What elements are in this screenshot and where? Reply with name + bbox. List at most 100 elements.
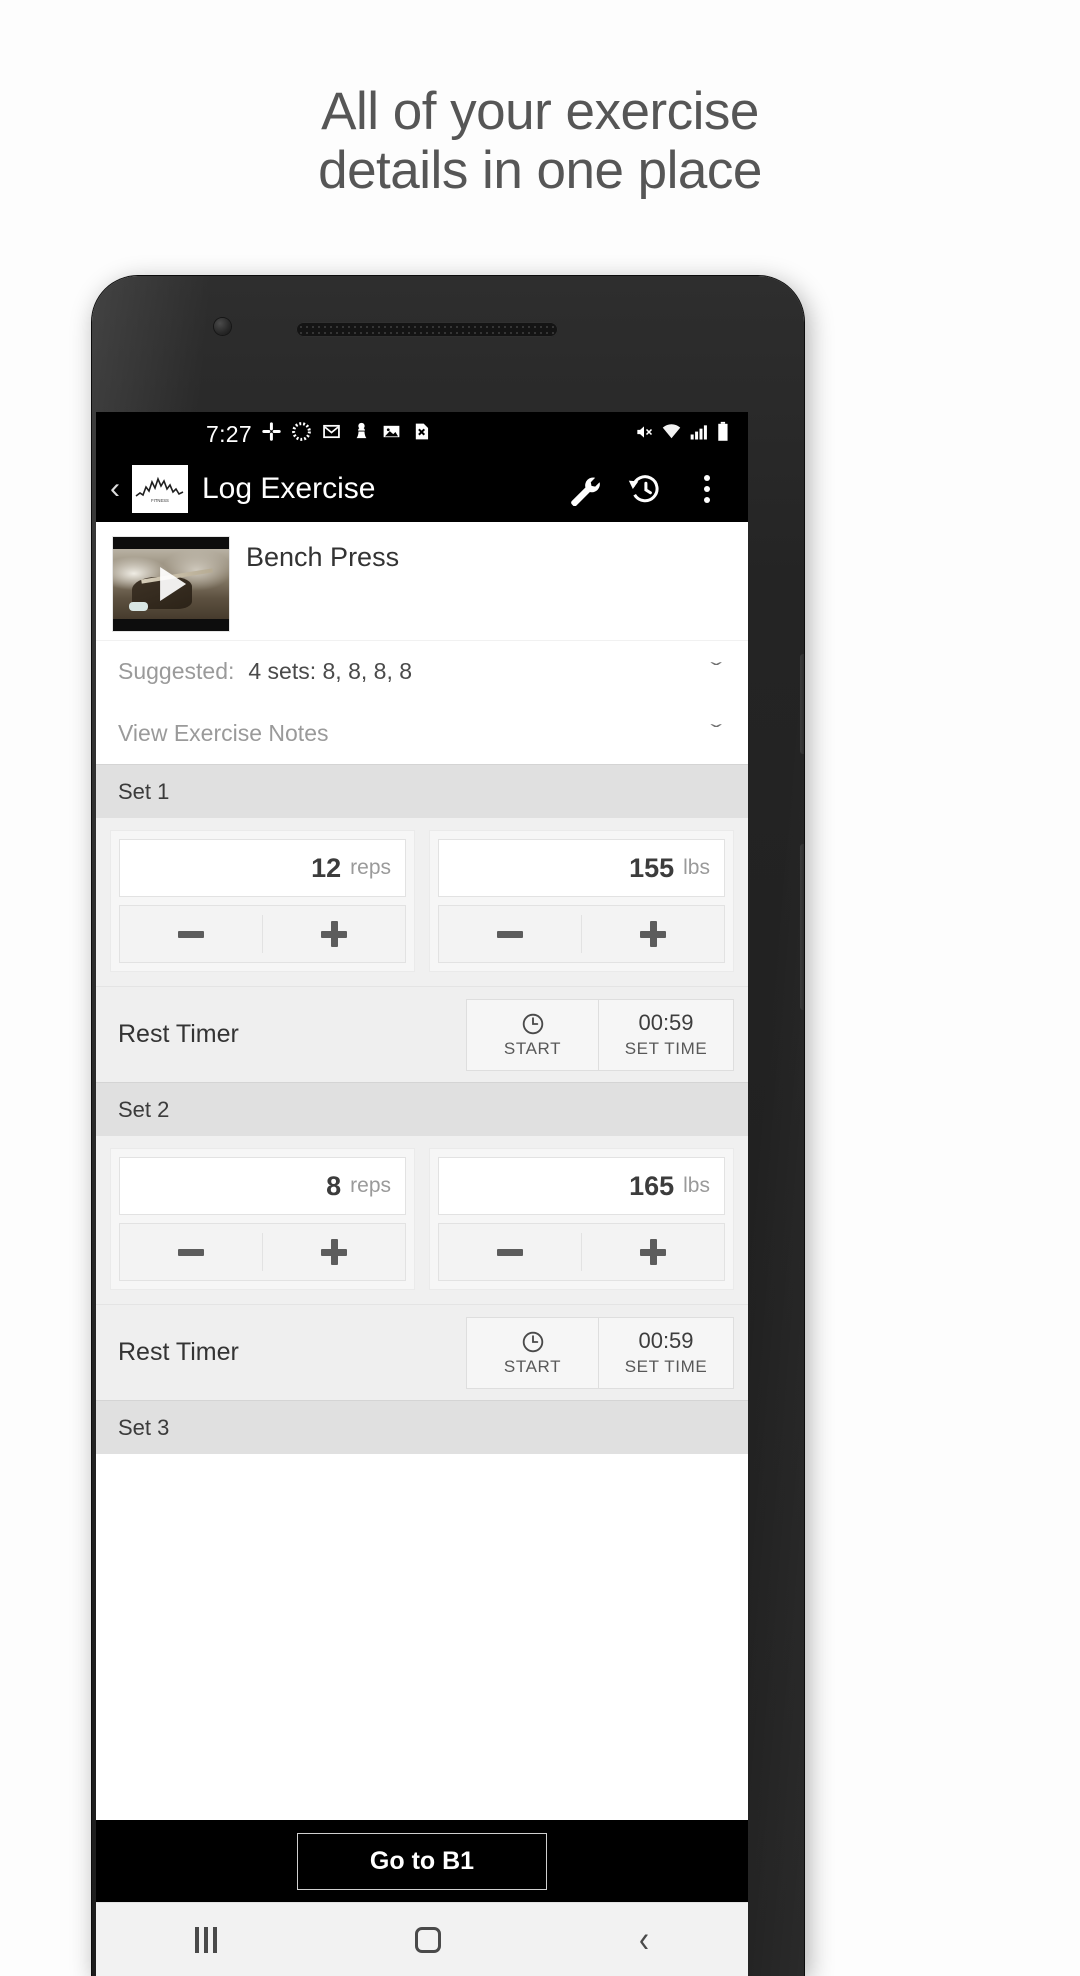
plus-icon [321, 1239, 347, 1265]
set-header: Set 3 [96, 1400, 748, 1454]
minus-icon [497, 1248, 523, 1256]
rest-timer-widget: START 00:59 SET TIME [466, 1316, 734, 1389]
history-icon[interactable] [616, 460, 674, 518]
weight-value: 155 [629, 852, 675, 883]
weight-input[interactable]: 165 lbs [438, 1157, 725, 1215]
weight-decrement-button[interactable] [439, 906, 581, 962]
back-nav-icon[interactable]: ‹ [639, 1920, 649, 1959]
headline-line-1: All of your exercise [321, 82, 759, 141]
rest-timer-value: 00:59 [638, 1010, 694, 1035]
recents-icon[interactable] [195, 1926, 217, 1953]
reps-input[interactable]: 8 reps [119, 1157, 406, 1215]
clock-icon [522, 1013, 543, 1034]
exercise-notes-row[interactable]: View Exercise Notes ˇ [96, 702, 748, 764]
plus-icon [640, 921, 666, 947]
reps-decrement-button[interactable] [120, 1224, 262, 1280]
rest-timer-widget: START 00:59 SET TIME [466, 998, 734, 1071]
rest-timer-label: Rest Timer [118, 1338, 239, 1366]
reps-stepper-card: 8 reps [110, 1148, 415, 1290]
weight-unit: lbs [683, 1174, 710, 1197]
rest-timer-set-time-button[interactable]: 00:59 SET TIME [599, 1318, 733, 1388]
reps-input[interactable]: 12 reps [119, 839, 406, 897]
reps-increment-button[interactable] [263, 1224, 405, 1280]
speaker-mesh [298, 324, 556, 335]
home-icon[interactable] [415, 1926, 441, 1953]
reps-increment-button[interactable] [263, 906, 405, 962]
exercise-video-thumbnail[interactable] [112, 536, 230, 632]
exercise-content: Bench Press Suggested: 4 sets: 8, 8, 8, … [96, 522, 748, 1454]
exercise-name: Bench Press [246, 542, 400, 572]
headline-line-2: details in one place [318, 141, 762, 201]
back-button[interactable]: ‹ [104, 474, 126, 504]
rest-timer-start-button[interactable]: START [467, 1317, 599, 1388]
weight-unit: lbs [683, 856, 710, 879]
kebab-dots [704, 475, 710, 503]
photo-icon [381, 421, 402, 447]
status-bar: 7:27 [96, 412, 748, 456]
weight-decrement-button[interactable] [439, 1224, 581, 1280]
suggested-row[interactable]: Suggested: 4 sets: 8, 8, 8, 8 ˇ [96, 640, 748, 702]
app-bar: ‹ FITNESS Log Exercise [96, 456, 748, 522]
reps-unit: reps [350, 1174, 391, 1197]
earpiece-speaker [296, 322, 558, 337]
weight-stepper-buttons [438, 905, 725, 963]
reps-unit: reps [350, 856, 391, 879]
rest-timer-start-button[interactable]: START [467, 999, 599, 1070]
battery-icon [716, 421, 730, 447]
reps-stepper-buttons [119, 905, 406, 963]
weight-stepper-card: 155 lbs [429, 830, 734, 972]
thumbnail-letterbox-bottom [113, 619, 229, 631]
reps-stepper-card: 12 reps [110, 830, 415, 972]
rest-timer-value: 00:59 [638, 1328, 694, 1353]
sync-progress-icon [291, 421, 312, 447]
page-title: Log Exercise [202, 472, 376, 505]
suggested-label: Suggested: [118, 658, 235, 684]
exercise-notes-label: View Exercise Notes [118, 719, 329, 746]
suggested-value: 4 sets: 8, 8, 8, 8 [248, 658, 413, 684]
file-x-icon [411, 421, 432, 447]
start-caption: START [503, 1356, 562, 1376]
phone-top-bezel [92, 276, 804, 412]
clock-icon [522, 1331, 543, 1352]
gmail-icon [321, 421, 342, 447]
chevron-down-icon[interactable]: ˇ [711, 722, 722, 744]
power-button[interactable] [800, 844, 804, 1010]
weight-stepper-buttons [438, 1223, 725, 1281]
android-nav-bar: ‹ [96, 1902, 748, 1976]
reps-value: 8 [326, 1170, 342, 1201]
set-time-caption: SET TIME [624, 1357, 708, 1376]
exercise-header: Bench Press [96, 522, 748, 640]
volume-button[interactable] [800, 654, 804, 754]
chess-pawn-icon [351, 421, 372, 447]
wrench-icon[interactable] [554, 460, 612, 518]
thumbnail-shoe [129, 601, 148, 611]
reps-stepper-buttons [119, 1223, 406, 1281]
bottom-action-bar: Go to B1 [96, 1820, 748, 1902]
wifi-icon [661, 422, 682, 447]
minus-icon [178, 1248, 204, 1256]
rest-timer-set-time-button[interactable]: 00:59 SET TIME [599, 1000, 733, 1070]
weight-increment-button[interactable] [582, 906, 724, 962]
set-header: Set 1 [96, 764, 748, 818]
plus-icon [640, 1239, 666, 1265]
minus-icon [178, 930, 204, 938]
go-to-b1-button[interactable]: Go to B1 [296, 1832, 548, 1890]
status-bar-right [634, 421, 736, 447]
weight-stepper-card: 165 lbs [429, 1148, 734, 1290]
chevron-down-icon[interactable]: ˇ [711, 661, 722, 683]
overflow-menu-icon[interactable] [678, 460, 736, 518]
svg-text:FITNESS: FITNESS [151, 498, 169, 503]
phone-screen: 7:27 ‹ FITNESS Log Exercise Bench Press … [96, 412, 748, 1976]
weight-increment-button[interactable] [582, 1224, 724, 1280]
signal-icon [689, 422, 709, 447]
rest-timer-row: Rest Timer START 00:59 SET TIME [96, 986, 748, 1082]
weight-value: 165 [629, 1170, 675, 1201]
thumbnail-letterbox-top [113, 537, 229, 549]
weight-input[interactable]: 155 lbs [438, 839, 725, 897]
reps-decrement-button[interactable] [120, 906, 262, 962]
status-bar-left: 7:27 [96, 421, 634, 448]
plus-icon [321, 921, 347, 947]
play-icon[interactable] [160, 567, 187, 601]
mute-icon [634, 422, 654, 447]
app-logo-icon[interactable]: FITNESS [132, 465, 188, 513]
